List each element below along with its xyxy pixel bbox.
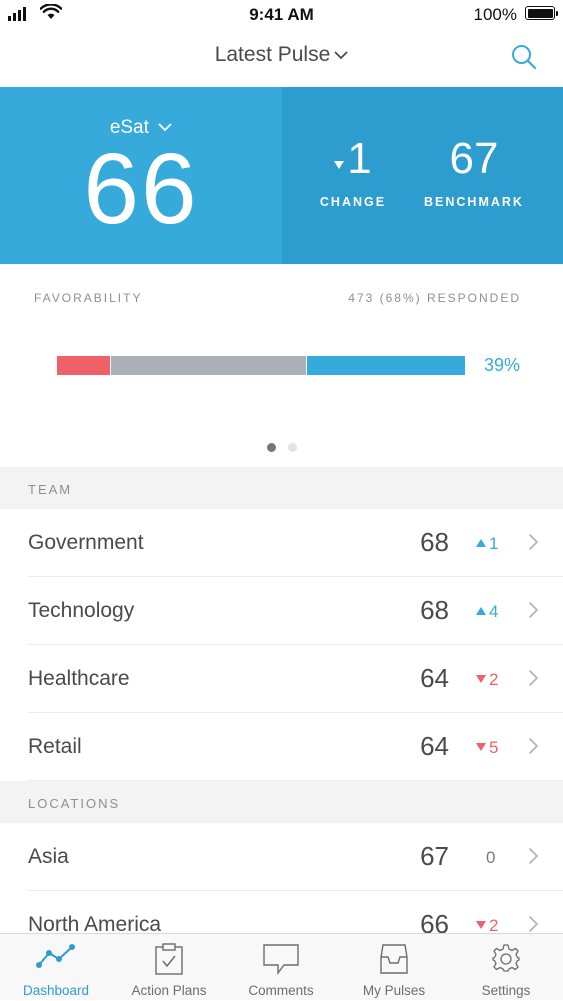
- list-item[interactable]: Healthcare 64 2: [0, 645, 563, 713]
- change-value: 1: [347, 134, 372, 183]
- row-delta: 2: [476, 670, 498, 690]
- tab-label: Action Plans: [131, 983, 207, 998]
- neutral-segment: [109, 356, 307, 375]
- chevron-down-icon: [334, 51, 348, 60]
- positive-segment: [306, 356, 465, 375]
- page-dot[interactable]: [266, 443, 276, 452]
- team-section-header: TEAM: [0, 467, 563, 509]
- list-item[interactable]: Asia 67 0: [0, 823, 563, 891]
- battery-icon: [525, 6, 558, 20]
- tab-dashboard[interactable]: Dashboard: [0, 934, 112, 1001]
- row-name: Retail: [28, 735, 82, 758]
- favorability-bar: [57, 356, 465, 375]
- favorability-label: FAVORABILITY: [34, 291, 143, 305]
- pulse-selector[interactable]: Latest Pulse: [0, 43, 563, 67]
- chevron-down-icon: [158, 123, 172, 132]
- down-triangle-icon: [476, 743, 486, 751]
- delta-value: 5: [489, 738, 499, 757]
- favorability-card[interactable]: FAVORABILITY 473 (68%) RESPONDED 39%: [0, 264, 563, 467]
- down-triangle-icon: [476, 921, 486, 929]
- tab-bar: Dashboard Action Plans Comments My Pulse…: [0, 933, 563, 1000]
- clipboard-check-icon: [155, 943, 183, 975]
- row-score: 68: [420, 527, 449, 557]
- positive-percentage: 39%: [484, 355, 521, 375]
- row-delta: 0: [486, 848, 495, 868]
- benchmark-label: BENCHMARK: [424, 195, 524, 209]
- row-score: 68: [420, 595, 449, 625]
- tab-label: Comments: [248, 983, 314, 998]
- delta-value: 2: [489, 670, 499, 689]
- chevron-right-icon: [528, 533, 539, 551]
- esat-panel: eSat 66: [0, 87, 282, 264]
- delta-value: 1: [489, 534, 499, 553]
- page-dot[interactable]: [287, 443, 297, 452]
- page-indicator[interactable]: [0, 443, 563, 452]
- locations-section-header: LOCATIONS: [0, 781, 563, 823]
- hero-metrics: eSat 66 1 CHANGE 67 BENCHMARK: [0, 87, 563, 264]
- list-item[interactable]: Retail 64 5: [0, 713, 563, 781]
- speech-bubble-icon: [263, 944, 299, 975]
- chevron-right-icon: [528, 669, 539, 687]
- tab-settings[interactable]: Settings: [450, 934, 562, 1001]
- tab-label: Dashboard: [22, 983, 90, 998]
- tab-comments[interactable]: Comments: [225, 934, 337, 1001]
- change-stat: 1 CHANGE: [310, 134, 396, 210]
- responded-count: 473 (68%) RESPONDED: [348, 291, 521, 305]
- battery-percentage: 100%: [473, 5, 517, 24]
- chevron-right-icon: [528, 847, 539, 865]
- row-delta: 4: [476, 602, 498, 622]
- down-triangle-icon: [476, 675, 486, 683]
- row-name: Technology: [28, 599, 135, 622]
- tab-label: My Pulses: [362, 983, 426, 998]
- gear-icon: [492, 944, 520, 972]
- row-name: Asia: [28, 845, 69, 868]
- tab-label: Settings: [481, 983, 531, 998]
- row-score: 64: [420, 731, 449, 761]
- delta-value: 4: [489, 602, 499, 621]
- status-bar: 9:41 AM 100%: [0, 0, 563, 30]
- up-triangle-icon: [476, 539, 486, 547]
- section-title: TEAM: [28, 482, 73, 497]
- list-item[interactable]: Technology 68 4: [0, 577, 563, 645]
- row-name: Government: [28, 531, 144, 554]
- benchmark-stat: 67 BENCHMARK: [422, 134, 526, 210]
- row-score: 67: [420, 841, 449, 871]
- search-icon[interactable]: [511, 44, 537, 70]
- benchmark-value: 67: [449, 134, 499, 183]
- tab-action-plans[interactable]: Action Plans: [113, 934, 225, 1001]
- list-item[interactable]: Government 68 1: [0, 509, 563, 577]
- down-triangle-icon: [334, 161, 345, 169]
- row-delta: 1: [476, 534, 498, 554]
- chevron-right-icon: [528, 601, 539, 619]
- navigation-bar: Latest Pulse: [0, 30, 563, 86]
- chevron-right-icon: [528, 915, 539, 933]
- comparison-panel: 1 CHANGE 67 BENCHMARK: [282, 87, 563, 264]
- line-chart-icon: [36, 944, 75, 968]
- inbox-tray-icon: [380, 944, 408, 974]
- section-title: LOCATIONS: [28, 796, 121, 811]
- row-name: Healthcare: [28, 667, 130, 690]
- negative-segment: [57, 356, 110, 375]
- esat-score: 66: [83, 133, 199, 245]
- change-label: CHANGE: [319, 195, 387, 209]
- tab-my-pulses[interactable]: My Pulses: [338, 934, 450, 1001]
- up-triangle-icon: [476, 607, 486, 615]
- page-title: Latest Pulse: [214, 43, 331, 66]
- chevron-right-icon: [528, 737, 539, 755]
- delta-value: 0: [486, 848, 496, 867]
- row-score: 64: [420, 663, 449, 693]
- row-delta: 5: [476, 738, 498, 758]
